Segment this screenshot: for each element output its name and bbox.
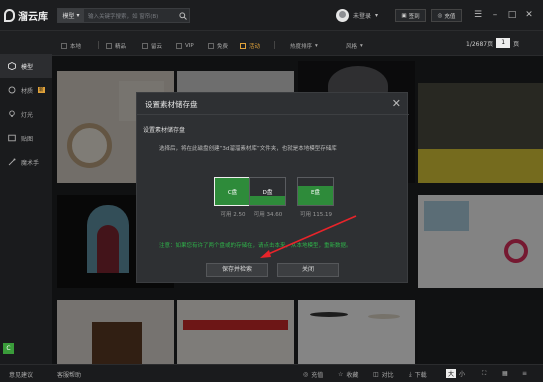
disk-option-e[interactable]: E盘 xyxy=(297,177,334,206)
star-icon: ☆ xyxy=(338,371,344,378)
storage-disk-dialog: 设置素材储存盘 ✕ 设置素材储存盘 选择后，将在此磁盘创建“3d溜溜素材库”文件… xyxy=(136,92,409,283)
help-link[interactable]: 客服帮助 xyxy=(57,370,81,379)
app-badge-icon[interactable]: C xyxy=(3,343,14,354)
logo-icon xyxy=(4,9,15,22)
checkbox[interactable] xyxy=(61,42,67,49)
download-button[interactable]: ⤓ 下载 xyxy=(409,370,427,380)
status-bar: 意见建议 客服帮助 ◎ 充值 ☆ 收藏 ◫ 对比 ⤓ 下载 大 小 ⛶ ▦ ≡ xyxy=(0,364,543,382)
checkbox[interactable] xyxy=(208,42,214,49)
checkbox[interactable] xyxy=(142,42,148,49)
filter-premium[interactable]: 精品 xyxy=(106,41,126,50)
cube-icon xyxy=(8,62,16,70)
compare-icon: ◫ xyxy=(373,371,379,378)
style-dropdown[interactable]: 风格 ▾ xyxy=(346,41,363,50)
close-icon[interactable]: ✕ xyxy=(524,10,534,20)
signin-button[interactable]: ▣ 签到 xyxy=(395,9,426,22)
download-icon: ⤓ xyxy=(409,370,412,378)
list-view-icon[interactable]: ≡ xyxy=(522,370,527,377)
sort-dropdown[interactable]: 热度排序 ▾ xyxy=(290,41,318,50)
view-small-button[interactable]: 小 xyxy=(459,369,465,378)
filter-vip[interactable]: VIP xyxy=(176,41,194,50)
coin-icon: ◎ xyxy=(437,12,443,19)
filter-free[interactable]: 免费 xyxy=(208,41,228,50)
disk-option-d[interactable]: D盘 xyxy=(249,177,286,206)
disk-usage-fill xyxy=(250,195,285,205)
checkbox[interactable] xyxy=(176,42,182,49)
dialog-description: 选择后，将在此磁盘创建“3d溜溜素材库”文件夹，也就是本地模型存储库 xyxy=(159,146,337,152)
filter-event[interactable]: 活动 xyxy=(240,41,260,50)
search-category-label: 模型 xyxy=(62,13,75,20)
grid-view-icon[interactable]: ▦ xyxy=(502,370,508,377)
search-input[interactable]: 输入关键字搜索，如 窗帘(B) xyxy=(84,12,177,20)
sidebar-item-materials[interactable]: 材质 新 xyxy=(0,78,52,102)
compare-button[interactable]: ◫ 对比 xyxy=(373,370,394,379)
image-icon xyxy=(8,134,16,142)
pager: 1/2687页 1 页 xyxy=(466,37,519,49)
chevron-down-icon: ▾ xyxy=(76,12,80,19)
dialog-title: 设置素材储存盘 xyxy=(145,100,198,109)
chevron-down-icon: ▾ xyxy=(375,12,379,19)
material-icon xyxy=(8,86,16,94)
close-button[interactable]: 关闭 xyxy=(277,263,339,277)
title-bar: 溜云库 模型 ▾ 输入关键字搜索，如 窗帘(B) 未登录 ▾ ▣ 签到 ◎ 充值… xyxy=(0,0,543,31)
feedback-link[interactable]: 意见建议 xyxy=(9,370,33,379)
divider xyxy=(274,41,275,49)
dialog-header: 设置素材储存盘 ✕ xyxy=(137,93,409,115)
filter-liuyun[interactable]: 留云 xyxy=(142,41,162,50)
dialog-subtitle: 设置素材储存盘 xyxy=(143,127,186,134)
favorite-button[interactable]: ☆ 收藏 xyxy=(338,370,358,379)
disk-free-d: 可用 34.60 xyxy=(253,212,283,218)
chevron-down-icon: ▾ xyxy=(360,42,363,49)
sidebar: 模型 材质 新 灯光 贴图 魔术手 xyxy=(0,54,52,364)
avatar[interactable] xyxy=(336,9,349,22)
app-logo: 溜云库 xyxy=(4,8,48,23)
disk-free-e: 可用 115.19 xyxy=(300,212,332,218)
coin-icon: ◎ xyxy=(303,371,309,378)
user-name: 未登录 xyxy=(353,13,372,20)
disk-label: D盘 xyxy=(262,190,273,196)
sidebar-item-magic-hand[interactable]: 魔术手 xyxy=(0,150,52,174)
calendar-icon: ▣ xyxy=(401,12,407,19)
disk-label: C盘 xyxy=(227,190,238,196)
search-icon[interactable] xyxy=(177,9,189,22)
disk-label: E盘 xyxy=(311,190,320,196)
app-name: 溜云库 xyxy=(18,12,48,23)
save-and-scan-button[interactable]: 保存并检索 xyxy=(206,263,268,277)
search-category-dropdown[interactable]: 模型 ▾ xyxy=(58,9,84,22)
page-suffix: 页 xyxy=(513,40,520,48)
bulb-icon xyxy=(8,110,16,118)
dialog-note: 注意：如果您有许了两个盘或的存储在，请点击本来，从本地模型，重新数据。 xyxy=(159,243,352,249)
page-input[interactable]: 1 xyxy=(496,38,511,48)
sidebar-item-textures[interactable]: 贴图 xyxy=(0,126,52,150)
magic-hand-icon xyxy=(8,158,16,166)
minimize-icon[interactable]: – xyxy=(490,10,500,20)
chevron-down-icon: ▾ xyxy=(315,42,318,49)
sidebar-item-models[interactable]: 模型 xyxy=(0,54,52,78)
menu-icon[interactable]: ☰ xyxy=(473,10,483,20)
fullscreen-icon[interactable]: ⛶ xyxy=(482,370,486,378)
disk-option-c[interactable]: C盘 xyxy=(214,177,251,206)
user-menu[interactable]: 未登录 ▾ xyxy=(336,8,378,23)
close-icon[interactable]: ✕ xyxy=(392,97,401,110)
checkbox[interactable] xyxy=(106,42,112,49)
divider xyxy=(98,41,99,49)
recharge-status-button[interactable]: ◎ 充值 xyxy=(303,370,323,379)
search-box[interactable]: 模型 ▾ 输入关键字搜索，如 窗帘(B) xyxy=(57,8,190,23)
filter-local[interactable]: 本地 xyxy=(61,41,81,50)
maximize-icon[interactable]: □ xyxy=(507,10,517,20)
sidebar-item-lights[interactable]: 灯光 xyxy=(0,102,52,126)
new-badge: 新 xyxy=(38,87,45,93)
checkbox-checked[interactable] xyxy=(240,42,246,49)
view-large-button[interactable]: 大 xyxy=(446,369,457,378)
page-info: 1/2687页 xyxy=(466,40,494,48)
recharge-button[interactable]: ◎ 充值 xyxy=(431,9,462,22)
